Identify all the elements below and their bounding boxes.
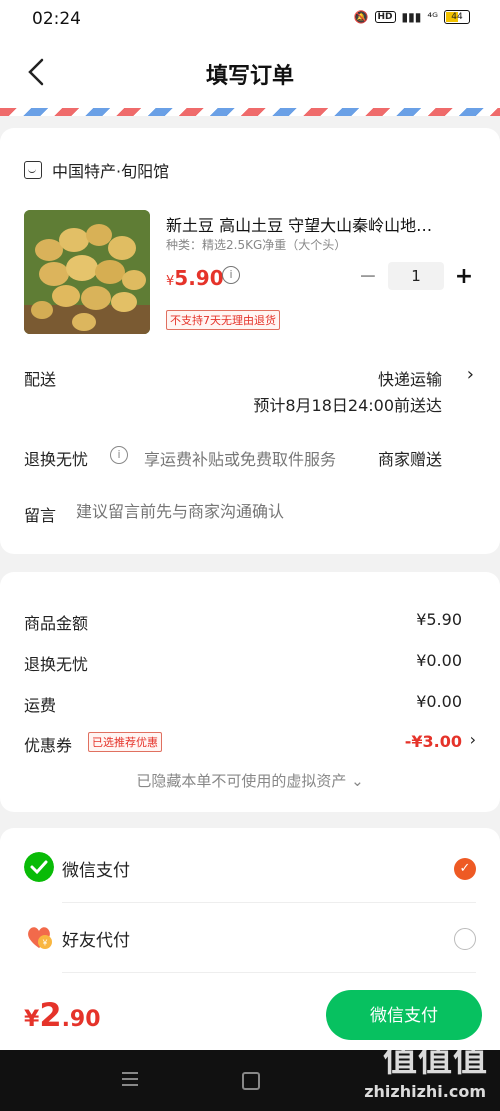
worry-free-hint: 享运费补贴或免费取件服务 [144,450,337,469]
order-item-card: 中国特产·旬阳馆 新土豆 高山土豆 守望大山秦岭山地… 种类：精选2.5KG净重… [0,128,500,554]
goods-amount-label: 商品金额 [24,614,89,633]
product-spec: 种类：精选2.5KG净重（大个头） [166,238,347,252]
product-title[interactable]: 新土豆 高山土豆 守望大山秦岭山地… [166,212,466,236]
svg-text:¥: ¥ [42,939,48,948]
mute-icon: 🔕 [353,10,369,24]
payment-option-wechat[interactable]: 微信支付 ✓ [24,834,476,900]
shop-icon [24,161,42,179]
watermark-logo: 值值值 [383,1040,488,1080]
total-amount: ¥2.90 [24,996,101,1034]
watermark-url: zhizhizhi.com [364,1082,486,1101]
battery-icon: 44 [444,10,470,24]
increase-button[interactable]: + [454,264,474,289]
status-time: 02:24 [32,9,81,29]
shop-header[interactable]: 中国特产·旬阳馆 [24,158,169,182]
divider [62,972,476,973]
quantity-value[interactable]: 1 [388,262,444,290]
quantity-stepper: − 1 + [358,262,474,290]
chevron-right-icon[interactable]: › [470,730,476,749]
note-label: 留言 [24,506,57,525]
note-input[interactable] [76,502,456,521]
payment-option-label: 好友代付 [62,931,130,951]
radio-selected[interactable]: ✓ [454,858,476,880]
price-info-icon[interactable]: i [222,266,240,284]
shop-name: 中国特产·旬阳馆 [52,162,170,181]
worry-free-label: 退换无忧 [24,450,89,469]
signal-icon: ▮▮▮ [401,10,422,24]
friend-pay-icon: ¥ [28,927,52,949]
worry-free-fee-value: ¥0.00 [416,651,462,670]
delivery-eta: 预计8月18日24:00前送达 [253,396,442,415]
chevron-right-icon[interactable]: › [467,364,474,385]
price-summary-card: 商品金额 ¥5.90 退换无忧 ¥0.00 运费 ¥0.00 优惠券 已选推荐优… [0,572,500,812]
goods-amount-value: ¥5.90 [416,610,462,629]
envelope-stripe [0,108,500,116]
page-title: 填写订单 [205,64,294,89]
worry-free-fee-label: 退换无忧 [24,655,89,674]
payment-option-label: 微信支付 [62,861,130,881]
divider [62,902,476,903]
no-return-badge: 不支持7天无理由退货 [166,310,280,330]
product-thumbnail[interactable] [24,210,150,334]
payment-option-friend[interactable]: ¥ 好友代付 [24,904,476,970]
coupon-label: 优惠券 [24,736,73,755]
coupon-value[interactable]: -¥3.00 [405,732,462,751]
shipping-fee-label: 运费 [24,696,57,715]
status-bar: 02:24 🔕 HD ▮▮▮ ⁴ᴳ 44 [0,0,500,38]
info-icon[interactable]: i [110,446,128,464]
home-icon[interactable] [242,1072,260,1090]
network-label: ⁴ᴳ [427,10,438,24]
status-icons: 🔕 HD ▮▮▮ ⁴ᴳ 44 [354,10,470,24]
coupon-tag: 已选推荐优惠 [88,732,162,752]
shipping-fee-value: ¥0.00 [416,692,462,711]
menu-icon[interactable] [122,1072,138,1086]
wechat-pay-icon [24,852,54,882]
worry-free-gift: 商家赠送 [377,450,442,469]
radio-unselected[interactable] [454,928,476,950]
hidden-assets-toggle[interactable]: 已隐藏本单不可使用的虚拟资产 ⌄ [0,770,500,791]
product-price: ¥5.90 [166,266,224,290]
hd-badge: HD [374,11,396,23]
delivery-method[interactable]: 快递运输 [378,366,442,390]
decrease-button[interactable]: − [358,264,378,289]
nav-bar: 填写订单 [0,38,500,108]
delivery-label: 配送 [24,370,57,389]
